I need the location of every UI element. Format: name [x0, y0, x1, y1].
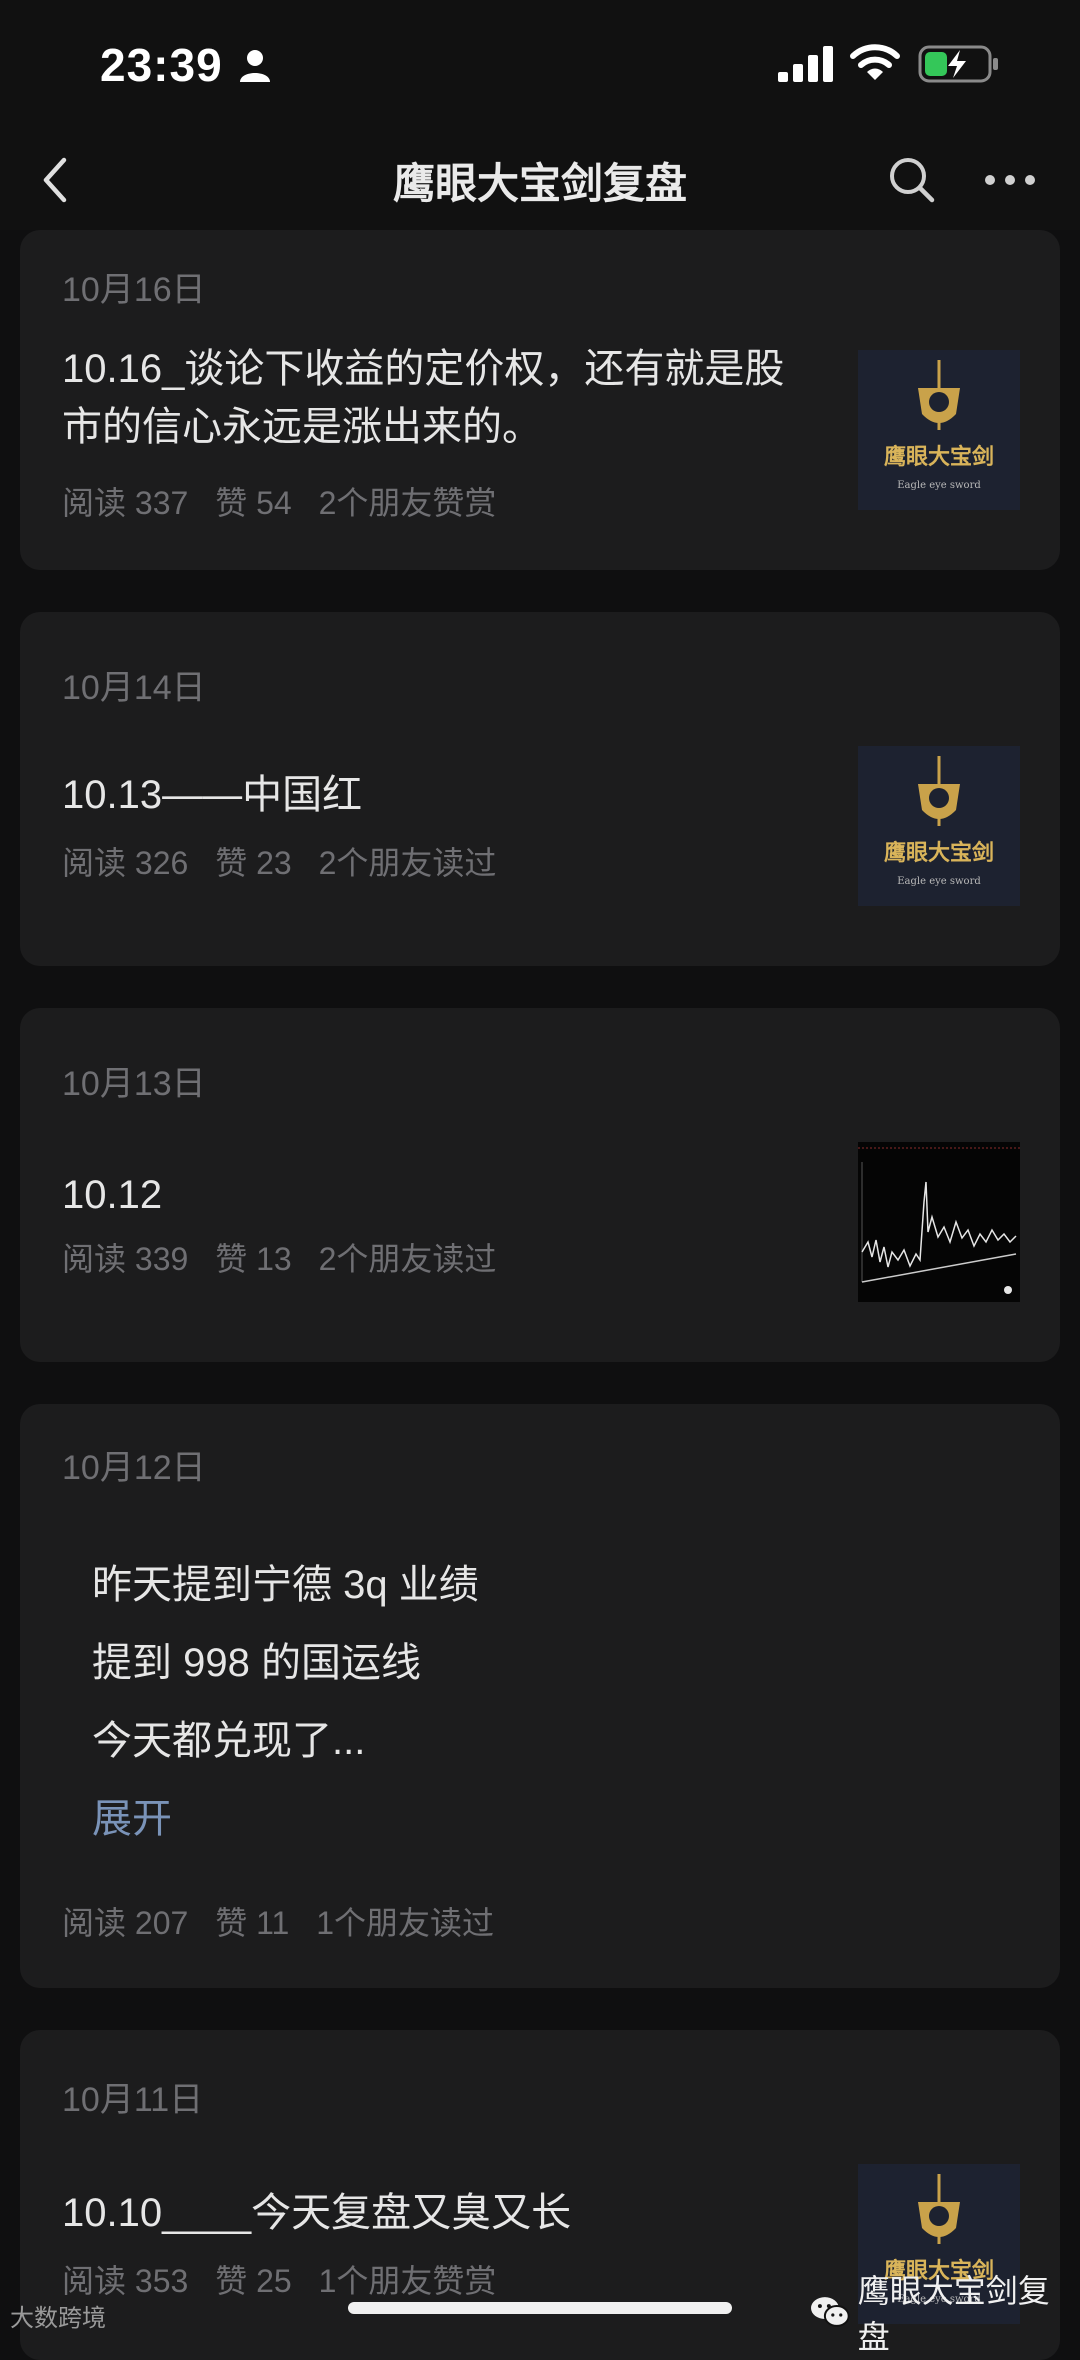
article-card[interactable]: 10月12日 昨天提到宁德 3q 业绩 提到 998 的国运线 今天都兑现了..… [20, 1404, 1060, 1988]
excerpt-line: 提到 998 的国运线 [92, 1641, 421, 1685]
like-count: 赞 25 [215, 2263, 292, 2299]
brand-name-text: 鹰眼大宝剑 [884, 444, 994, 470]
friends-info: 1个朋友读过 [316, 1905, 495, 1941]
article-date: 10月16日 [62, 271, 206, 309]
article-stats: 阅读 326 赞 23 2个朋友读过 [62, 838, 514, 884]
article-thumbnail[interactable]: 鹰眼大宝剑 Eagle eye sword [858, 746, 1020, 906]
friends-info: 1个朋友赞赏 [318, 2263, 497, 2299]
more-options-icon[interactable] [980, 166, 1040, 194]
watermark-left: 大数跨境 [10, 2298, 106, 2333]
article-card[interactable]: 10月16日 10.16_谈论下收益的定价权，还有就是股市的信心永远是涨出来的。… [20, 230, 1060, 570]
article-stats: 阅读 339 赞 13 2个朋友读过 [62, 1234, 514, 1280]
like-count: 赞 13 [215, 1241, 292, 1277]
article-stats: 阅读 337 赞 54 2个朋友赞赏 [62, 478, 514, 524]
article-stats: 阅读 207 赞 11 1个朋友读过 [62, 1898, 512, 1944]
article-stats: 阅读 353 赞 25 1个朋友赞赏 [62, 2256, 514, 2302]
read-count: 阅读 337 [62, 485, 189, 521]
brand-sub-text: Eagle eye sword [897, 480, 981, 491]
excerpt-line: 昨天提到宁德 3q 业绩 [92, 1563, 479, 1607]
friends-info: 2个朋友赞赏 [318, 485, 497, 521]
signal-icon [778, 46, 833, 82]
read-count: 阅读 207 [62, 1905, 189, 1941]
article-card[interactable]: 10月13日 10.12 阅读 339 赞 13 2个朋友读过 [20, 1008, 1060, 1362]
watermark-right: 鹰眼大宝剑复盘 [810, 2266, 1080, 2358]
stock-chart-image [858, 1142, 1020, 1302]
article-date: 10月13日 [62, 1065, 206, 1103]
watermark-left-text: 大数跨境 [10, 2304, 106, 2332]
article-card[interactable]: 10月14日 10.13——中国红 阅读 326 赞 23 2个朋友读过 鹰眼大… [20, 612, 1060, 966]
expand-link[interactable]: 展开 [92, 1786, 172, 1844]
like-count: 赞 11 [215, 1905, 290, 1941]
like-count: 赞 54 [215, 485, 292, 521]
watermark-right-text: 鹰眼大宝剑复盘 [857, 2272, 1050, 2356]
wechat-icon [810, 2297, 850, 2327]
search-icon[interactable] [884, 152, 940, 208]
nav-bar: 鹰眼大宝剑复盘 [0, 130, 1080, 230]
friends-info: 2个朋友读过 [318, 845, 497, 881]
status-bar: 23:39 [0, 0, 1080, 130]
article-title[interactable]: 10.12 [62, 1166, 822, 1224]
friends-info: 2个朋友读过 [318, 1241, 497, 1277]
article-thumbnail[interactable] [858, 1142, 1020, 1302]
status-time: 23:39 [100, 39, 223, 91]
home-indicator[interactable] [348, 2302, 732, 2314]
article-date: 10月11日 [62, 2081, 204, 2119]
brand-name-text: 鹰眼大宝剑 [884, 840, 994, 866]
person-icon [240, 50, 270, 82]
brand-sub-text: Eagle eye sword [897, 876, 981, 887]
wifi-icon [850, 44, 900, 80]
read-count: 阅读 353 [62, 2263, 189, 2299]
article-date: 10月14日 [62, 669, 206, 707]
battery-icon [918, 45, 998, 83]
excerpt-line: 今天都兑现了... [92, 1719, 366, 1763]
brand-logo-image: 鹰眼大宝剑 Eagle eye sword [858, 350, 1020, 510]
read-count: 阅读 339 [62, 1241, 189, 1277]
read-count: 阅读 326 [62, 845, 189, 881]
brand-logo-image: 鹰眼大宝剑 Eagle eye sword [858, 746, 1020, 906]
article-date: 10月12日 [62, 1449, 206, 1487]
like-count: 赞 23 [215, 845, 292, 881]
article-title[interactable]: 10.10____今天复盘又臭又长 [62, 2184, 822, 2242]
article-thumbnail[interactable]: 鹰眼大宝剑 Eagle eye sword [858, 350, 1020, 510]
article-title[interactable]: 10.13——中国红 [62, 766, 822, 824]
article-title[interactable]: 10.16_谈论下收益的定价权，还有就是股市的信心永远是涨出来的。 [62, 340, 822, 456]
